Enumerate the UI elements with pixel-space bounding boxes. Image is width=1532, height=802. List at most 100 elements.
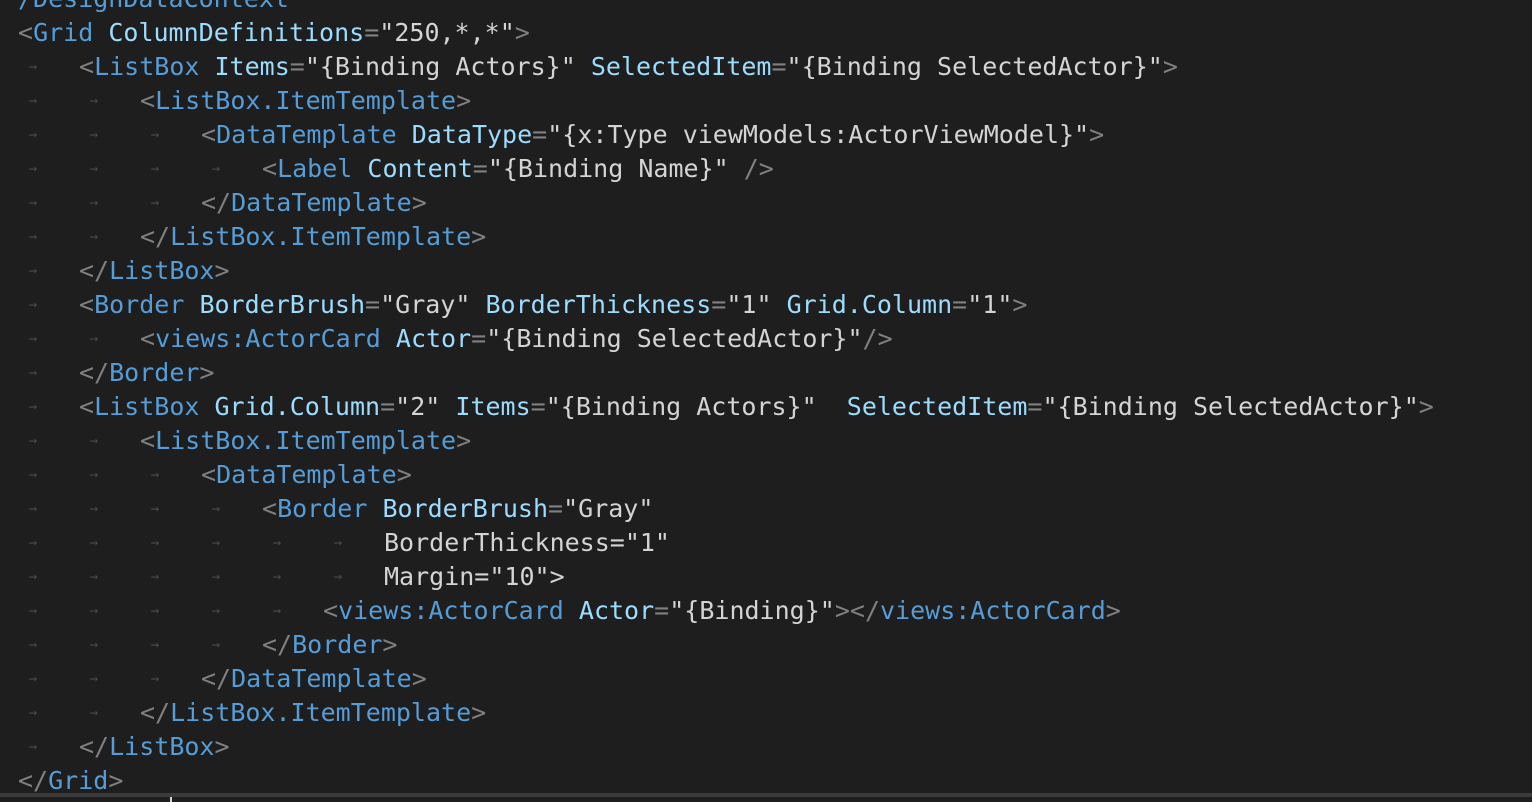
code-line[interactable]: /DesignDataContext (18, 0, 1532, 16)
tab-marker-icon: → (28, 637, 38, 653)
tab-marker-icon: → (89, 671, 99, 687)
tab-marker-icon: → (28, 603, 38, 619)
code-text: <ListBox.ItemTemplate> (140, 426, 472, 455)
code-lines[interactable]: /DesignDataContext <Grid ColumnDefinition… (18, 0, 1532, 798)
code-line[interactable]: → → </ListBox.ItemTemplate> (18, 220, 1532, 254)
code-text: BorderThickness="1" (384, 528, 670, 557)
code-line[interactable]: <Grid ColumnDefinitions="250,*,*"> (18, 16, 1532, 50)
tab-marker-icon: → (150, 569, 160, 585)
text-caret (170, 797, 172, 802)
code-line[interactable]: → → → → → → BorderThickness="1" (18, 526, 1532, 560)
code-text: </ListBox.ItemTemplate> (140, 222, 487, 251)
code-line[interactable]: → → → <DataTemplate> (18, 458, 1532, 492)
tab-marker-icon: → (28, 365, 38, 381)
tab-marker-icon: → (272, 569, 282, 585)
code-text: <ListBox Items="{Binding Actors}" Select… (79, 52, 1178, 81)
tab-marker-icon: → (150, 195, 160, 211)
code-line[interactable]: → → <ListBox.ItemTemplate> (18, 424, 1532, 458)
tab-marker-icon: → (150, 637, 160, 653)
tab-marker-icon: → (211, 535, 221, 551)
tab-marker-icon: → (28, 399, 38, 415)
tab-marker-icon: → (333, 569, 343, 585)
code-text: </Border> (262, 630, 398, 659)
code-text: <ListBox.ItemTemplate> (140, 86, 472, 115)
tab-marker-icon: → (28, 263, 38, 279)
tab-marker-icon: → (150, 161, 160, 177)
tab-marker-icon: → (150, 535, 160, 551)
code-text: </DataTemplate> (201, 664, 427, 693)
code-line[interactable]: → → → </DataTemplate> (18, 662, 1532, 696)
tab-marker-icon: → (150, 127, 160, 143)
tab-marker-icon: → (89, 331, 99, 347)
tab-marker-icon: → (28, 467, 38, 483)
tab-marker-icon: → (89, 603, 99, 619)
code-line[interactable]: → </ListBox> (18, 254, 1532, 288)
tab-marker-icon: → (28, 569, 38, 585)
tab-marker-icon: → (28, 297, 38, 313)
tab-marker-icon: → (89, 127, 99, 143)
tab-marker-icon: → (150, 671, 160, 687)
tab-marker-icon: → (89, 501, 99, 517)
code-line[interactable]: → </Border> (18, 356, 1532, 390)
code-text: </DataTemplate> (201, 188, 427, 217)
code-line[interactable]: → → → </DataTemplate> (18, 186, 1532, 220)
tab-marker-icon: → (89, 229, 99, 245)
horizontal-scrollbar[interactable] (0, 793, 1532, 797)
tab-marker-icon: → (150, 603, 160, 619)
tab-marker-icon: → (211, 637, 221, 653)
tab-marker-icon: → (28, 195, 38, 211)
tab-marker-icon: → (89, 637, 99, 653)
code-text: </ListBox.ItemTemplate> (140, 698, 487, 727)
code-editor[interactable]: /DesignDataContext <Grid ColumnDefinition… (0, 0, 1532, 802)
code-line[interactable]: → <Border BorderBrush="Gray" BorderThickn… (18, 288, 1532, 322)
code-text: <DataTemplate> (201, 460, 412, 489)
tab-marker-icon: → (28, 705, 38, 721)
code-text: <Grid ColumnDefinitions="250,*,*"> (18, 18, 530, 47)
tab-marker-icon: → (150, 467, 160, 483)
tab-marker-icon: → (28, 229, 38, 245)
code-line[interactable]: → → → → → → Margin="10"> (18, 560, 1532, 594)
tab-marker-icon: → (211, 569, 221, 585)
code-text: Margin="10"> (384, 562, 565, 591)
tab-marker-icon: → (89, 535, 99, 551)
code-line[interactable]: → → → → <Label Content="{Binding Name}" /> (18, 152, 1532, 186)
code-line[interactable]: → → → → <Border BorderBrush="Gray" (18, 492, 1532, 526)
code-text: <Label Content="{Binding Name}" /> (262, 154, 774, 183)
code-text: <views:ActorCard Actor="{Binding}"></vie… (323, 596, 1121, 625)
tab-marker-icon: → (28, 671, 38, 687)
tab-marker-icon: → (28, 161, 38, 177)
tab-marker-icon: → (333, 535, 343, 551)
tab-marker-icon: → (89, 705, 99, 721)
tab-marker-icon: → (28, 739, 38, 755)
code-line[interactable]: → → <views:ActorCard Actor="{Binding Selec… (18, 322, 1532, 356)
tab-marker-icon: → (89, 93, 99, 109)
tab-marker-icon: → (89, 569, 99, 585)
tab-marker-icon: → (272, 535, 282, 551)
tab-marker-icon: → (89, 195, 99, 211)
code-text: <ListBox Grid.Column="2" Items="{Binding… (79, 392, 1434, 421)
code-text: </Border> (79, 358, 215, 387)
tab-marker-icon: → (211, 161, 221, 177)
code-line[interactable]: → → → → </Border> (18, 628, 1532, 662)
code-text: </ListBox> (79, 256, 230, 285)
code-text: <views:ActorCard Actor="{Binding Selecte… (140, 324, 893, 353)
tab-marker-icon: → (28, 93, 38, 109)
code-line[interactable]: → → → → → <views:ActorCard Actor="{Binding}">… (18, 594, 1532, 628)
code-text: <Border BorderBrush="Gray" BorderThickne… (79, 290, 1028, 319)
tab-marker-icon: → (28, 331, 38, 347)
tab-marker-icon: → (28, 433, 38, 449)
code-text: <DataTemplate DataType="{x:Type viewMode… (201, 120, 1105, 149)
code-line[interactable]: → <ListBox Grid.Column="2" Items="{Bindin… (18, 390, 1532, 424)
tab-marker-icon: → (150, 501, 160, 517)
tab-marker-icon: → (89, 433, 99, 449)
code-line[interactable]: → <ListBox Items="{Binding Actors}" Selec… (18, 50, 1532, 84)
code-line[interactable]: → → → <DataTemplate DataType="{x:Type viewM… (18, 118, 1532, 152)
code-line[interactable]: → → </ListBox.ItemTemplate> (18, 696, 1532, 730)
tab-marker-icon: → (89, 467, 99, 483)
tab-marker-icon: → (28, 535, 38, 551)
code-line[interactable]: → </ListBox> (18, 730, 1532, 764)
code-text: /DesignDataContext (18, 0, 289, 16)
tab-marker-icon: → (211, 501, 221, 517)
tab-marker-icon: → (28, 59, 38, 75)
code-line[interactable]: → → <ListBox.ItemTemplate> (18, 84, 1532, 118)
